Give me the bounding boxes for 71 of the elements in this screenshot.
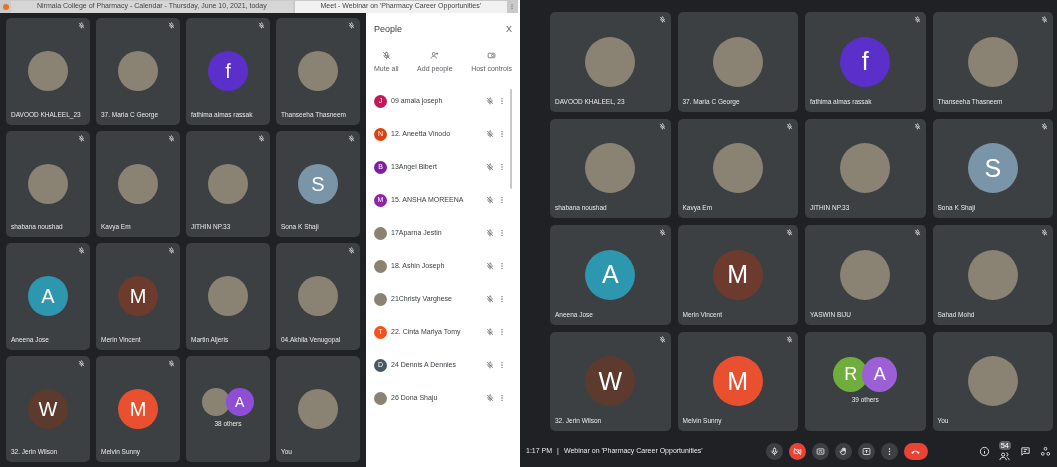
host-controls-icon [487, 51, 497, 60]
control-button[interactable] [811, 442, 829, 460]
avatar-photo-placeholder [118, 163, 158, 204]
letter-avatar: M [118, 388, 158, 429]
hand-icon [838, 446, 848, 456]
people-icon [999, 450, 1011, 462]
more-icon[interactable] [498, 97, 506, 105]
more-icon[interactable] [498, 361, 506, 369]
avatar-photo-placeholder [208, 163, 248, 204]
activities-icon [1040, 445, 1051, 457]
control-button[interactable] [765, 442, 783, 460]
toolbar-button[interactable] [1020, 445, 1031, 457]
control-button[interactable] [857, 442, 875, 460]
mic-off-icon[interactable] [486, 295, 494, 303]
letter-avatar: A [28, 276, 68, 317]
mic-icon [769, 446, 779, 456]
control-button[interactable] [788, 442, 806, 460]
avatar-photo-placeholder [208, 276, 248, 317]
more-icon[interactable] [498, 262, 506, 270]
avatar-photo-placeholder [298, 51, 338, 92]
mic-off-icon[interactable] [486, 262, 494, 270]
control-button[interactable] [834, 442, 852, 460]
more-icon[interactable] [498, 229, 506, 237]
toolbar-button[interactable] [1040, 445, 1051, 457]
mic-off-icon[interactable] [486, 328, 494, 336]
avatar-photo-placeholder [374, 226, 387, 240]
mic-off-icon[interactable] [486, 97, 494, 105]
more-icon[interactable] [498, 130, 506, 138]
present-icon [861, 446, 871, 456]
avatar-photo-placeholder [28, 51, 68, 92]
mic-off-icon[interactable] [486, 130, 494, 138]
mic-off-icon[interactable] [486, 163, 494, 171]
toolbar-button[interactable] [978, 445, 990, 457]
avatar-photo-placeholder [374, 259, 387, 273]
captions-icon [815, 446, 825, 456]
letter-avatar: M [712, 356, 763, 407]
chat-icon [1020, 445, 1031, 457]
letter-avatar: S [298, 163, 338, 204]
more-icon[interactable] [498, 394, 506, 402]
more-icon[interactable] [498, 328, 506, 336]
letter-avatar: W [28, 388, 68, 429]
info-icon [978, 445, 990, 457]
control-button[interactable] [903, 442, 928, 460]
more-icon[interactable] [498, 163, 506, 171]
letter-avatar: f [840, 36, 891, 87]
letter-avatar: W [585, 356, 636, 407]
avatar-photo-placeholder [28, 163, 68, 204]
avatar-photo-placeholder [374, 292, 387, 306]
letter-avatar: A [862, 357, 898, 393]
person-add-icon [430, 51, 440, 60]
letter-avatar: M [712, 249, 763, 300]
camera-off-icon [792, 446, 802, 456]
mic-off-icon[interactable] [486, 196, 494, 204]
letter-avatar: f [208, 51, 248, 92]
more-icon[interactable] [498, 196, 506, 204]
mic-off-icon [381, 51, 391, 60]
avatar-photo-placeholder [118, 51, 158, 92]
panel-title: People [374, 23, 403, 37]
letter-avatar: S [967, 143, 1018, 194]
avatar-photo-placeholder [298, 388, 338, 429]
close-button[interactable]: X [506, 23, 512, 37]
mic-off-icon[interactable] [486, 361, 494, 369]
avatar-photo-placeholder [298, 276, 338, 317]
mic-off-icon[interactable] [486, 229, 494, 237]
avatar-photo-placeholder [374, 391, 387, 405]
more-icon[interactable] [498, 295, 506, 303]
letter-avatar: A [585, 249, 636, 300]
mic-off-icon[interactable] [486, 394, 494, 402]
letter-avatar: M [118, 276, 158, 317]
letter-avatar: A [225, 388, 254, 417]
favicon-icon [3, 3, 9, 10]
